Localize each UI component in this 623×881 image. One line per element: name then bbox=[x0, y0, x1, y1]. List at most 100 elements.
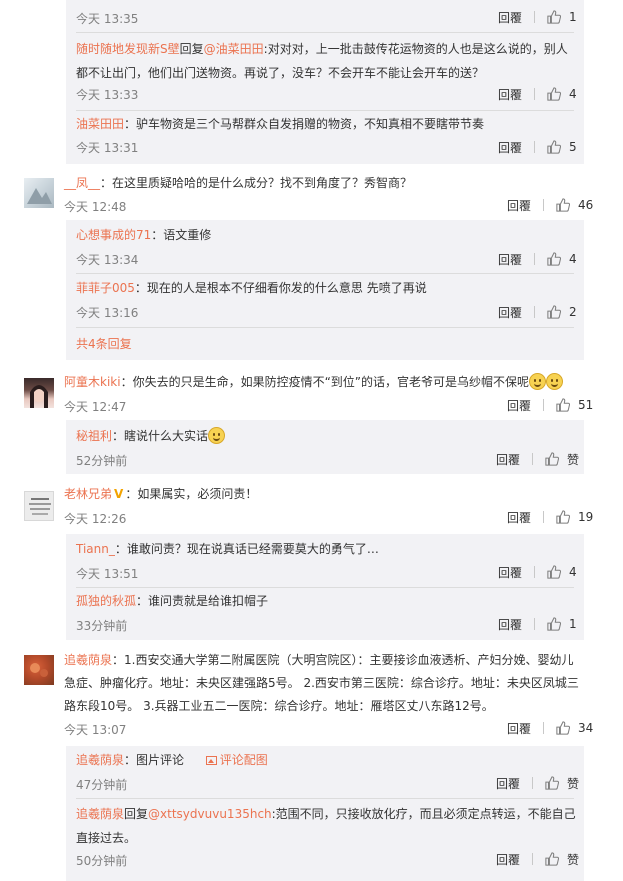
comment-actions: 回覆 19 bbox=[507, 508, 593, 526]
like-button[interactable]: 19 bbox=[556, 510, 593, 524]
reply-user[interactable]: 油菜田田 bbox=[76, 117, 124, 131]
like-button[interactable]: 赞 bbox=[545, 451, 579, 468]
reply-user[interactable]: 心想事成的71 bbox=[76, 228, 151, 242]
separator bbox=[534, 88, 536, 100]
reply-box: 心想事成的71：语文重修 今天 13:34 回覆 4 菲菲子005：现在的人是根… bbox=[66, 220, 584, 360]
divider bbox=[76, 327, 574, 328]
like-button[interactable]: 2 bbox=[547, 305, 577, 319]
like-button[interactable]: 赞 bbox=[545, 851, 579, 868]
smile-emoji-icon bbox=[546, 373, 564, 390]
like-count: 34 bbox=[578, 721, 594, 735]
like-label: 赞 bbox=[567, 452, 580, 467]
reply-user[interactable]: 追羲荫泉 bbox=[76, 753, 124, 767]
reply-button[interactable]: 回覆 bbox=[498, 86, 522, 103]
reply-button[interactable]: 回覆 bbox=[507, 720, 531, 737]
reply-text: Tiann_：谁敢问责？现在说真话已经需要莫大的勇气了… bbox=[76, 538, 379, 561]
thumbs-up-icon bbox=[556, 198, 571, 212]
reply-button[interactable]: 回覆 bbox=[498, 304, 522, 321]
like-count: 1 bbox=[569, 10, 577, 24]
reply-actions: 回覆 4 bbox=[498, 563, 577, 581]
reply-button[interactable]: 回覆 bbox=[496, 851, 520, 868]
separator bbox=[534, 566, 536, 578]
reply-body: ：谁敢问责？现在说真话已经需要莫大的勇气了… bbox=[114, 542, 379, 556]
thumbs-up-icon bbox=[556, 398, 571, 412]
reply-user[interactable]: Tiann_ bbox=[76, 542, 115, 556]
like-count: 5 bbox=[569, 140, 577, 154]
reply-text: 油菜田田：驴车物资是三个马帮群众自发捐赠的物资，不知真相不要瞎带节奏 bbox=[76, 113, 484, 136]
reply-button[interactable]: 回覆 bbox=[498, 139, 522, 156]
reply-body: ：瞎说什么大实话 bbox=[112, 429, 209, 443]
like-button[interactable]: 4 bbox=[547, 252, 577, 266]
reply-user[interactable]: 追羲荫泉 bbox=[76, 807, 124, 821]
like-button[interactable]: 5 bbox=[547, 140, 577, 154]
reply-actions: 回覆 赞 bbox=[496, 774, 579, 792]
reply-actions: 回覆 赞 bbox=[496, 850, 579, 868]
reply-time: 今天 13:34 bbox=[76, 253, 139, 267]
reply-user[interactable]: 孤独的秋孤 bbox=[76, 594, 136, 608]
avatar[interactable] bbox=[24, 491, 54, 521]
reply-button[interactable]: 回覆 bbox=[498, 616, 522, 633]
more-replies-link[interactable]: 共4条回复 bbox=[76, 333, 132, 356]
reply-text: 追羲荫泉：图片评论 评论配图 bbox=[76, 749, 268, 772]
reply-actions: 回覆 4 bbox=[498, 85, 577, 103]
comment-text: 阿童木kiki：你失去的只是生命，如果防控疫情不“到位”的话，官老爷可是乌纱帽不… bbox=[64, 371, 564, 394]
reply-box-top: 今天 13:35 回覆 1 随时随地发现新S壁回复@油菜田田:对对对，上一批击鼓… bbox=[66, 0, 584, 164]
reply-user[interactable]: 秘祖利 bbox=[76, 429, 112, 443]
mention-link[interactable]: @油菜田田 bbox=[204, 42, 264, 56]
pic-comment-label: 图片评论 bbox=[136, 753, 185, 767]
reply-actions: 回覆 1 bbox=[498, 615, 577, 633]
reply-button[interactable]: 回覆 bbox=[507, 509, 531, 526]
comment-pic-link[interactable]: 评论配图 bbox=[205, 753, 268, 767]
comment-user[interactable]: 老林兄弟 bbox=[64, 487, 112, 501]
grin-emoji-icon bbox=[208, 427, 226, 444]
reply-text: 追羲荫泉回复@xttsydvuvu135hch:范围不同，只接收放化疗，而且必须… bbox=[76, 802, 576, 850]
separator bbox=[543, 199, 545, 211]
smile-emoji-icon bbox=[529, 373, 547, 390]
avatar[interactable] bbox=[24, 178, 54, 208]
comment-body: ：你失去的只是生命，如果防控疫情不“到位”的话，官老爷可是乌纱帽不保呢 bbox=[120, 375, 530, 389]
thumbs-up-icon bbox=[556, 721, 571, 735]
reply-prefix: 回复 bbox=[179, 42, 204, 56]
reply-box: Tiann_：谁敢问责？现在说真话已经需要莫大的勇气了… 今天 13:51 回覆… bbox=[66, 534, 584, 640]
like-button[interactable]: 46 bbox=[556, 198, 593, 212]
reply-button[interactable]: 回覆 bbox=[496, 775, 520, 792]
comment-pic-label: 评论配图 bbox=[219, 753, 268, 767]
comment-user[interactable]: 阿童木kiki bbox=[64, 375, 121, 389]
reply-button[interactable]: 回覆 bbox=[507, 197, 531, 214]
reply-user[interactable]: 菲菲子005 bbox=[76, 281, 135, 295]
like-button[interactable]: 1 bbox=[547, 10, 577, 24]
reply-text: 心想事成的71：语文重修 bbox=[76, 224, 211, 247]
comment-time: 今天 13:07 bbox=[64, 723, 127, 737]
divider bbox=[76, 110, 574, 111]
comment-actions: 回覆 51 bbox=[507, 396, 593, 414]
divider bbox=[76, 798, 574, 799]
like-button[interactable]: 34 bbox=[556, 721, 593, 735]
like-count: 4 bbox=[569, 565, 577, 579]
comment-user[interactable]: 追羲荫泉 bbox=[64, 653, 112, 667]
reply-user[interactable]: 随时随地发现新S壁 bbox=[76, 42, 180, 56]
like-button[interactable]: 51 bbox=[556, 398, 593, 412]
thumbs-up-icon bbox=[545, 776, 560, 790]
like-button[interactable]: 4 bbox=[547, 565, 577, 579]
reply-body: ：谁问责就是给谁扣帽子 bbox=[136, 594, 269, 608]
like-button[interactable]: 1 bbox=[547, 617, 577, 631]
reply-body: ：语文重修 bbox=[151, 228, 212, 242]
like-button[interactable]: 赞 bbox=[545, 775, 579, 792]
reply-button[interactable]: 回覆 bbox=[498, 9, 522, 26]
reply-box: 追羲荫泉：图片评论 评论配图 47分钟前 回覆 赞 追羲荫泉回复@xttsydv… bbox=[66, 746, 584, 881]
like-button[interactable]: 4 bbox=[547, 87, 577, 101]
reply-button[interactable]: 回覆 bbox=[498, 251, 522, 268]
reply-time: 今天 13:33 bbox=[76, 88, 139, 102]
comment-body: ：1.西安交通大学第二附属医院（大明宫院区）：主要接诊血液透析、产妇分娩、婴幼儿… bbox=[64, 653, 579, 713]
reply-button[interactable]: 回覆 bbox=[507, 397, 531, 414]
reply-button[interactable]: 回覆 bbox=[498, 564, 522, 581]
reply-button[interactable]: 回覆 bbox=[496, 451, 520, 468]
avatar-image-icon bbox=[30, 663, 48, 677]
thumbs-up-icon bbox=[547, 305, 562, 319]
avatar[interactable] bbox=[24, 378, 54, 408]
avatar[interactable] bbox=[24, 655, 54, 685]
comment-user[interactable]: __凤__ bbox=[64, 176, 100, 190]
avatar-image-icon bbox=[30, 385, 48, 408]
mention-link[interactable]: @xttsydvuvu135hch bbox=[148, 807, 272, 821]
thumbs-up-icon bbox=[547, 565, 562, 579]
